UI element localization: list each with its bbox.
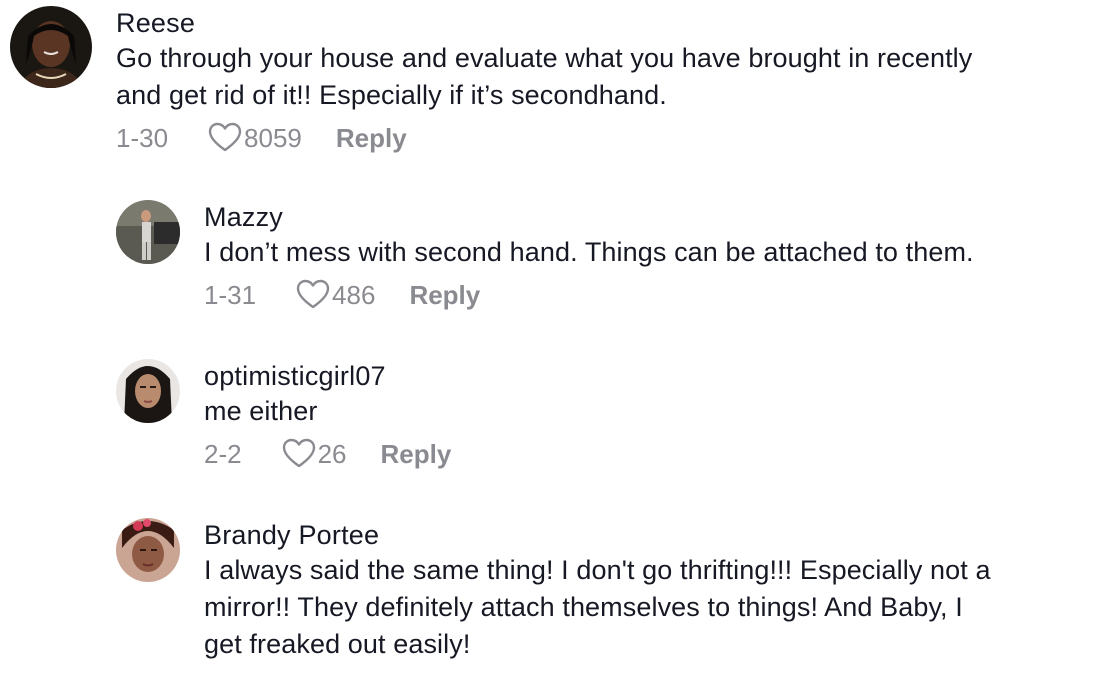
avatar[interactable] — [116, 359, 180, 423]
reply-button[interactable]: Reply — [336, 123, 407, 154]
like-button[interactable]: 8059 — [208, 122, 302, 154]
comment-reply-item: Mazzy I don’t mess with second hand. Thi… — [116, 200, 974, 315]
comment-date: 1-31 — [204, 279, 257, 310]
like-count: 486 — [332, 279, 376, 310]
comment-text: me either — [204, 396, 318, 426]
comment-reply-item: Brandy Portee I always said the same thi… — [116, 518, 991, 663]
comment-username[interactable]: Brandy Portee — [204, 518, 991, 552]
comment-reply-item: optimisticgirl07 me either 2-2 26 Reply — [116, 359, 451, 474]
avatar[interactable] — [116, 518, 180, 582]
comment-meta: 1-30 8059 Reply — [116, 118, 972, 158]
comment-item: Reese Go through your house and evaluate… — [10, 6, 972, 158]
comment-text: mirror!! They definitely attach themselv… — [204, 592, 963, 622]
comment-meta: 2-2 26 Reply — [204, 434, 451, 474]
heart-outline-icon — [208, 122, 242, 152]
avatar[interactable] — [116, 200, 180, 264]
comment-username[interactable]: Mazzy — [204, 200, 974, 234]
like-count: 26 — [317, 438, 347, 469]
reply-button[interactable]: Reply — [381, 439, 452, 470]
comment-text: and get rid of it!! Especially if it’s s… — [116, 80, 667, 110]
comment-text: get freaked out easily! — [204, 629, 471, 659]
like-count: 8059 — [244, 122, 302, 153]
heart-outline-icon — [282, 438, 315, 468]
comment-username[interactable]: optimisticgirl07 — [204, 359, 451, 393]
comment-text: Go through your house and evaluate what … — [116, 43, 973, 73]
reply-button[interactable]: Reply — [409, 280, 480, 311]
like-button[interactable]: 26 — [282, 438, 347, 470]
comment-date: 2-2 — [204, 438, 242, 469]
heart-outline-icon — [296, 279, 330, 309]
avatar[interactable] — [10, 6, 92, 88]
comment-text: I don’t mess with second hand. Things ca… — [204, 237, 974, 267]
comment-username[interactable]: Reese — [116, 6, 972, 40]
like-button[interactable]: 486 — [296, 279, 375, 311]
comment-date: 1-30 — [116, 122, 169, 153]
comment-meta: 1-31 486 Reply — [204, 275, 974, 315]
comment-text: I always said the same thing! I don't go… — [204, 555, 991, 585]
